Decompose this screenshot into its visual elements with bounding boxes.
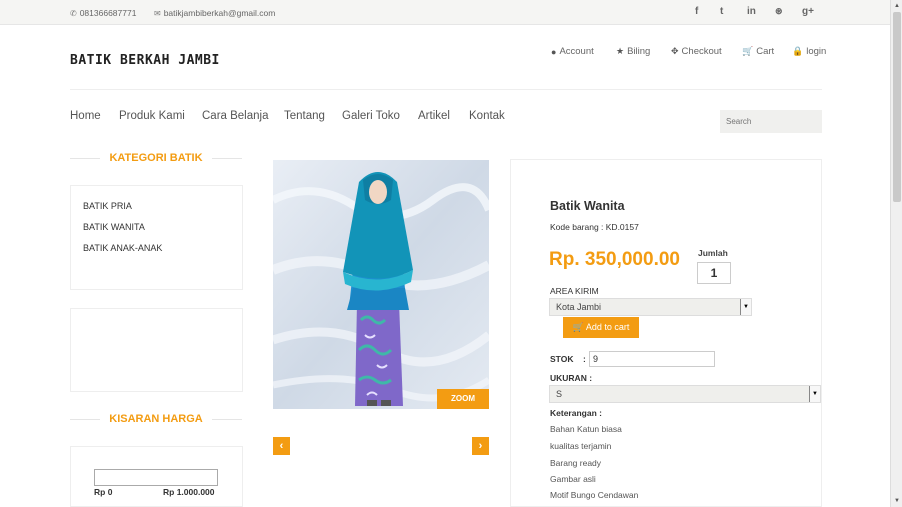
- product-title: Batik Wanita: [550, 199, 625, 213]
- nav-artikel[interactable]: Artikel: [418, 110, 450, 122]
- category-batik-wanita[interactable]: BATIK WANITA: [83, 222, 145, 232]
- scroll-up-icon[interactable]: ▲: [892, 1, 902, 11]
- cart-icon: 🛒: [742, 46, 754, 56]
- divider-line: [70, 158, 100, 159]
- nav-galeri-toko[interactable]: Galeri Toko: [342, 110, 400, 122]
- zoom-button[interactable]: ZOOM: [437, 389, 489, 409]
- site-brand[interactable]: BATIK BERKAH JAMBI: [70, 53, 220, 68]
- kisaran-harga-title: KISARAN HARGA: [109, 413, 203, 425]
- area-kirim-label: AREA KIRIM: [550, 286, 599, 296]
- checkout-link[interactable]: ✥ Checkout: [671, 46, 722, 57]
- add-to-cart-button[interactable]: 🛒 Add to cart: [563, 317, 639, 338]
- email-contact[interactable]: ✉ batikjambiberkah@gmail.com: [154, 8, 275, 18]
- price-max-label: Rp 1.000.000: [163, 487, 215, 497]
- phone-number: 081366687771: [79, 8, 137, 18]
- user-icon: ●: [551, 46, 557, 57]
- product-image[interactable]: [273, 160, 489, 409]
- nav-produk-kami[interactable]: Produk Kami: [119, 110, 185, 122]
- ukuran-value: S: [556, 389, 563, 399]
- facebook-icon[interactable]: f: [695, 6, 698, 17]
- header-divider: [70, 89, 822, 90]
- cart-link[interactable]: 🛒 Cart: [742, 46, 774, 57]
- email-address[interactable]: batikjambiberkah@gmail.com: [164, 8, 276, 18]
- linkedin-icon[interactable]: in: [747, 6, 756, 17]
- nav-tentang[interactable]: Tentang: [284, 110, 325, 122]
- keterangan-line: Gambar asli: [550, 474, 596, 484]
- stok-field[interactable]: 9: [589, 351, 715, 367]
- stok-label: STOK: [550, 354, 574, 364]
- scrollbar-thumb[interactable]: [893, 12, 901, 202]
- area-kirim-value: Kota Jambi: [556, 302, 602, 312]
- kategori-title: KATEGORI BATIK: [109, 152, 203, 164]
- divider-line: [212, 158, 242, 159]
- cart-icon: 🛒: [572, 322, 584, 332]
- category-batik-pria[interactable]: BATIK PRIA: [83, 201, 132, 211]
- product-code: Kode barang : KD.0157: [550, 222, 639, 232]
- ukuran-select[interactable]: S ▼: [549, 385, 821, 403]
- price-min-label: Rp 0: [94, 487, 113, 497]
- google-plus-icon[interactable]: g+: [802, 6, 814, 17]
- stok-colon: :: [583, 354, 586, 364]
- prev-arrow-button[interactable]: ‹: [273, 437, 290, 455]
- dribbble-icon[interactable]: ⊛: [775, 6, 783, 17]
- crosshair-icon: ✥: [671, 46, 679, 56]
- keterangan-line: kualitas terjamin: [550, 441, 612, 451]
- search-input[interactable]: [720, 110, 822, 133]
- area-kirim-select[interactable]: Kota Jambi ▼: [549, 298, 752, 316]
- scroll-down-icon[interactable]: ▼: [892, 496, 902, 506]
- chevron-down-icon[interactable]: ▼: [809, 386, 820, 402]
- star-icon: ★: [616, 46, 625, 56]
- page-scrollbar[interactable]: ▲ ▼: [890, 0, 902, 507]
- billing-link[interactable]: ★ Biling: [616, 46, 650, 57]
- keterangan-line: Bahan Katun biasa: [550, 424, 622, 434]
- nav-kontak[interactable]: Kontak: [469, 110, 505, 122]
- quantity-label: Jumlah: [698, 248, 728, 258]
- product-price: Rp. 350,000.00: [549, 249, 680, 270]
- keterangan-label: Keterangan :: [550, 408, 602, 418]
- ukuran-label: UKURAN :: [550, 373, 593, 383]
- account-link[interactable]: ● Account: [551, 46, 594, 57]
- empty-widget-box: [70, 308, 243, 392]
- login-link[interactable]: 🔒 login: [792, 46, 826, 57]
- envelope-icon: ✉: [154, 9, 161, 18]
- price-range-slider[interactable]: [94, 469, 218, 486]
- phone-contact: ✆ 081366687771: [70, 8, 136, 18]
- nav-cara-belanja[interactable]: Cara Belanja: [202, 110, 268, 122]
- next-arrow-button[interactable]: ›: [472, 437, 489, 455]
- chevron-down-icon[interactable]: ▼: [740, 299, 751, 315]
- product-photo-illustration: [273, 160, 489, 409]
- top-bar: ✆ 081366687771 ✉ batikjambiberkah@gmail.co…: [0, 0, 890, 25]
- lock-icon: 🔒: [792, 46, 804, 56]
- twitter-icon[interactable]: t: [720, 6, 723, 17]
- category-batik-anak[interactable]: BATIK ANAK-ANAK: [83, 243, 162, 253]
- keterangan-line: Barang ready: [550, 458, 602, 468]
- nav-home[interactable]: Home: [70, 110, 101, 122]
- quantity-input[interactable]: 1: [697, 262, 731, 284]
- divider-line: [212, 419, 242, 420]
- divider-line: [70, 419, 100, 420]
- phone-icon: ✆: [70, 9, 77, 18]
- keterangan-line: Motif Bungo Cendawan: [550, 490, 639, 500]
